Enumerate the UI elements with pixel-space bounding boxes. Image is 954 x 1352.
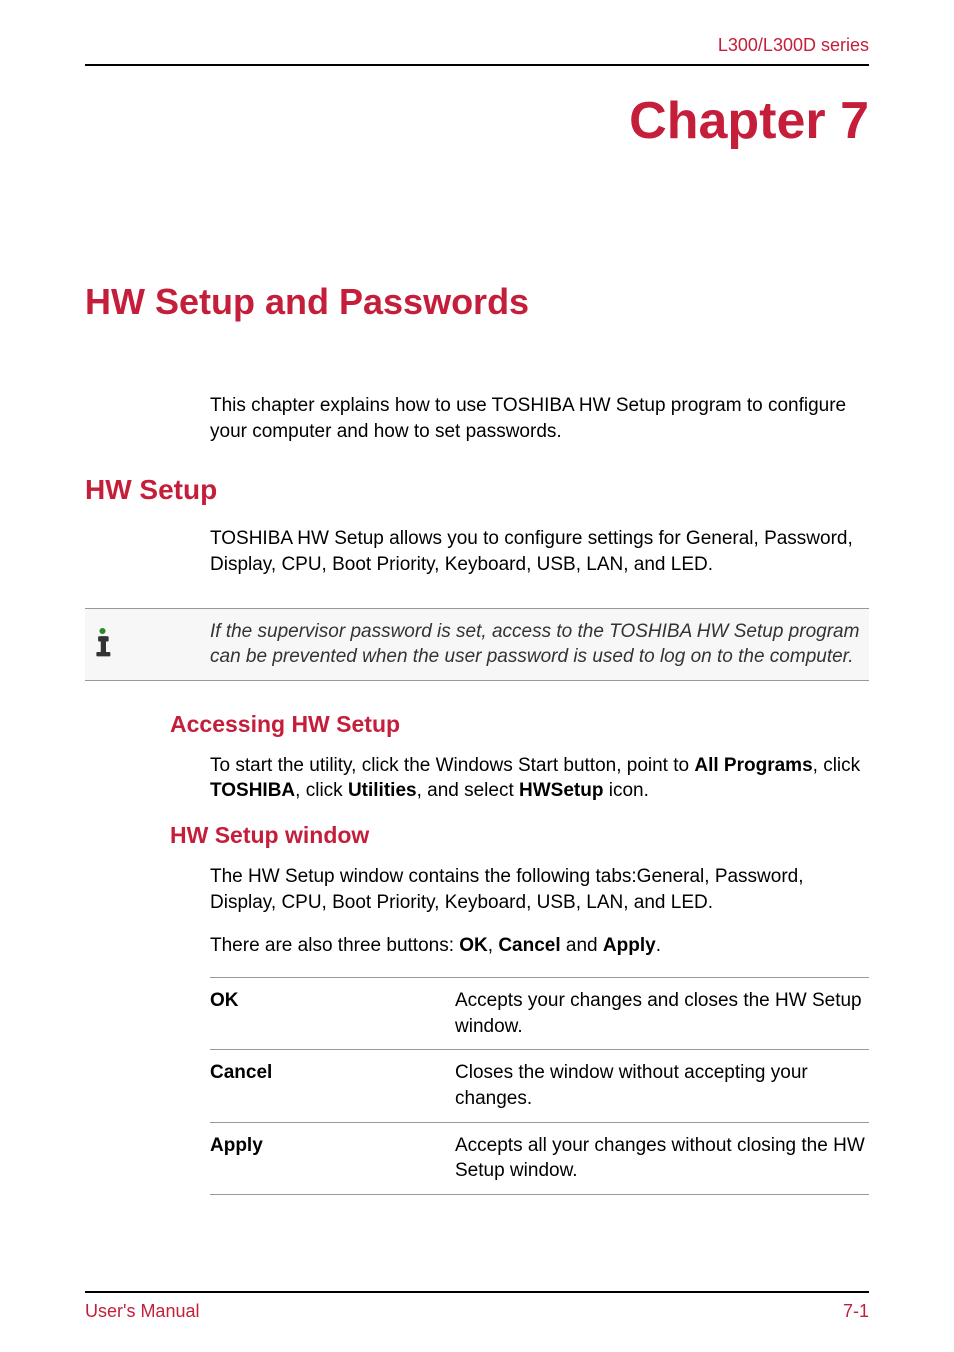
subsection-window-body-1: The HW Setup window contains the followi… <box>210 864 869 915</box>
button-label-ok: OK <box>210 978 455 1050</box>
chapter-title: Chapter 7 <box>85 91 869 151</box>
bold-apply: Apply <box>603 935 656 956</box>
subsection-hw-setup-window: HW Setup window <box>170 822 869 849</box>
bold-cancel: Cancel <box>498 935 560 956</box>
subsection-accessing-hw-setup: Accessing HW Setup <box>170 711 869 738</box>
text-part: , and select <box>417 780 519 801</box>
note-block: If the supervisor password is set, acces… <box>85 608 869 681</box>
header-rule <box>85 64 869 66</box>
bold-ok: OK <box>459 935 488 956</box>
info-icon <box>85 624 125 664</box>
text-part: and <box>561 935 603 956</box>
footer-left: User's Manual <box>85 1301 199 1322</box>
text-part: To start the utility, click the Windows … <box>210 755 694 776</box>
button-table: OK Accepts your changes and closes the H… <box>210 977 869 1195</box>
text-part: . <box>656 935 661 956</box>
bold-utilities: Utilities <box>348 780 417 801</box>
button-desc-cancel: Closes the window without accepting your… <box>455 1050 869 1122</box>
text-part: , <box>488 935 499 956</box>
header-series: L300/L300D series <box>85 35 869 56</box>
table-row: Apply Accepts all your changes without c… <box>210 1122 869 1194</box>
text-part: , click <box>813 755 861 776</box>
text-part: icon. <box>603 780 648 801</box>
subsection-window-body-2: There are also three buttons: OK, Cancel… <box>210 933 869 959</box>
note-text: If the supervisor password is set, acces… <box>210 619 864 670</box>
main-title: HW Setup and Passwords <box>85 281 869 323</box>
button-desc-ok: Accepts your changes and closes the HW S… <box>455 978 869 1050</box>
text-part: , click <box>295 780 348 801</box>
button-label-apply: Apply <box>210 1122 455 1194</box>
button-desc-apply: Accepts all your changes without closing… <box>455 1122 869 1194</box>
bold-hwsetup: HWSetup <box>519 780 603 801</box>
intro-paragraph: This chapter explains how to use TOSHIBA… <box>210 393 869 444</box>
footer-rule <box>85 1291 869 1293</box>
bold-toshiba: TOSHIBA <box>210 780 295 801</box>
footer-right: 7-1 <box>843 1301 869 1322</box>
section-heading-hw-setup: HW Setup <box>85 474 869 506</box>
section-body-hw-setup: TOSHIBA HW Setup allows you to configure… <box>210 526 869 577</box>
button-label-cancel: Cancel <box>210 1050 455 1122</box>
text-part: There are also three buttons: <box>210 935 459 956</box>
table-row: OK Accepts your changes and closes the H… <box>210 978 869 1050</box>
footer: User's Manual 7-1 <box>85 1291 869 1322</box>
bold-all-programs: All Programs <box>694 755 812 776</box>
table-row: Cancel Closes the window without accepti… <box>210 1050 869 1122</box>
subsection-accessing-body: To start the utility, click the Windows … <box>210 753 869 804</box>
